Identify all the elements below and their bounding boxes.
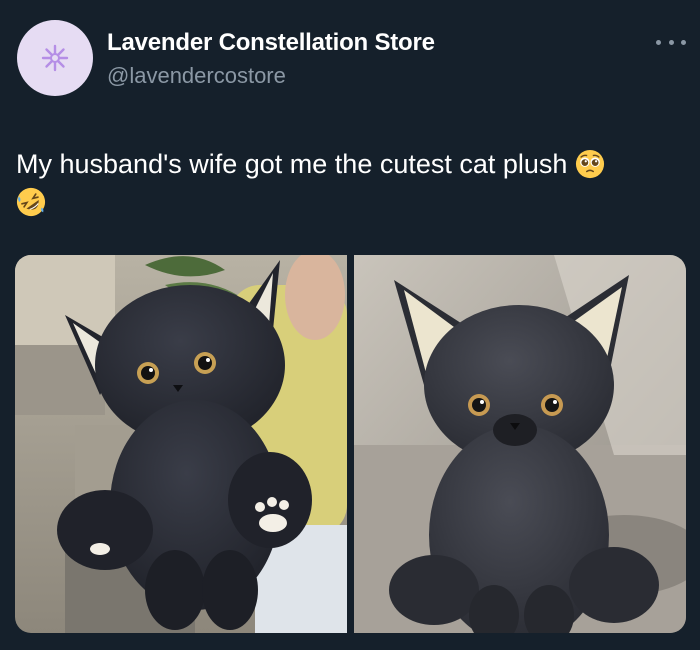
more-dot-icon bbox=[681, 39, 686, 45]
media-grid bbox=[15, 255, 686, 633]
more-dot-icon bbox=[668, 39, 674, 45]
more-options-button[interactable] bbox=[656, 32, 686, 52]
more-dot-icon bbox=[656, 39, 661, 45]
avatar[interactable] bbox=[17, 20, 93, 96]
author-handle[interactable]: @lavendercostore bbox=[107, 63, 286, 89]
photo-plush-held[interactable] bbox=[15, 255, 347, 633]
rolling-on-floor-laughing-emoji-icon bbox=[16, 187, 46, 217]
black-cat-plush-image bbox=[15, 255, 347, 633]
tweet-text: My husband's wife got me the cutest cat … bbox=[16, 145, 666, 221]
tweet-text-body: My husband's wife got me the cutest cat … bbox=[16, 149, 568, 179]
sparkle-flower-icon bbox=[41, 44, 69, 72]
tweet-card: Lavender Constellation Store @lavenderco… bbox=[0, 0, 700, 650]
pleading-face-emoji-icon bbox=[575, 149, 605, 179]
photo-plush-sitting[interactable] bbox=[354, 255, 686, 633]
black-cat-plush-image bbox=[354, 255, 686, 633]
author-name[interactable]: Lavender Constellation Store bbox=[107, 29, 435, 57]
